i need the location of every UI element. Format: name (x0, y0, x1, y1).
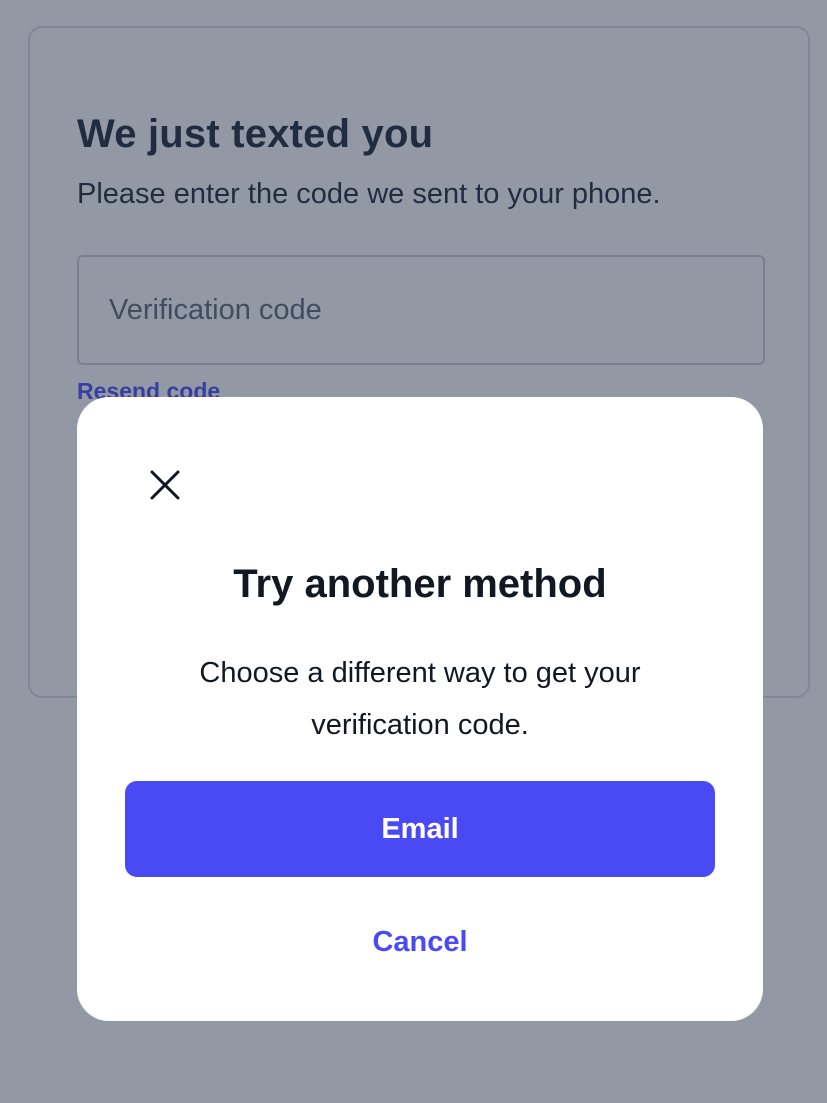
close-icon (150, 470, 180, 500)
cancel-button[interactable]: Cancel (320, 914, 520, 970)
try-another-method-dialog: Try another method Choose a different wa… (77, 397, 763, 1021)
email-button[interactable]: Email (125, 781, 715, 877)
dialog-title: Try another method (233, 562, 607, 606)
dialog-description: Choose a different way to get your verif… (199, 657, 641, 741)
close-button[interactable] (144, 464, 186, 506)
